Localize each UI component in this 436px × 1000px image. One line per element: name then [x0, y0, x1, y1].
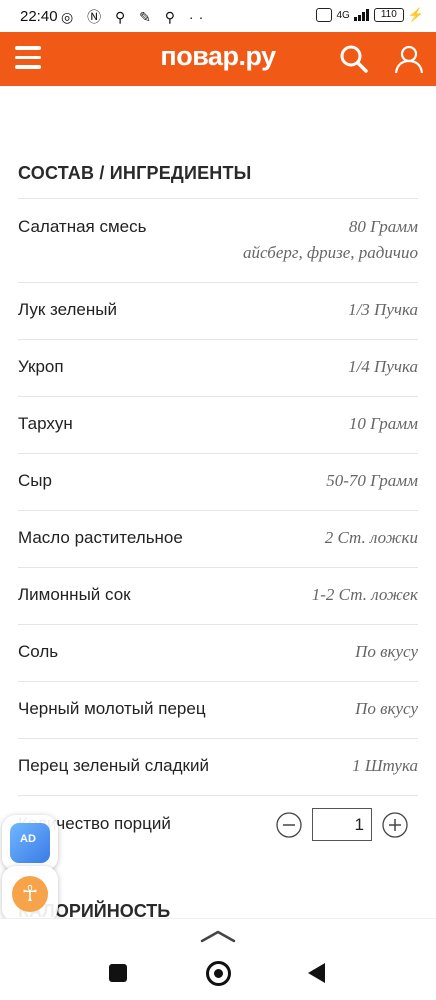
- ingredient-name: Черный молотый перец: [18, 699, 206, 718]
- ingredient-name: Перец зеленый сладкий: [18, 756, 209, 775]
- ingredient-amount: 1/4 Пучка: [348, 357, 418, 376]
- home-button[interactable]: [206, 961, 231, 986]
- divider: [18, 282, 418, 283]
- status-notification-icons: ◎ Ⓝ ⚲ ✎ ⚲ ··: [61, 9, 209, 25]
- ingredient-name: Укроп: [18, 357, 64, 376]
- accessibility-bubble[interactable]: ☥: [2, 866, 58, 922]
- ingredient-name: Тархун: [18, 414, 73, 433]
- ingredient-name: Салатная смесь: [18, 217, 147, 236]
- status-time: 22:40: [20, 8, 58, 25]
- sim-icon: [316, 8, 333, 22]
- divider: [18, 567, 418, 568]
- ingredient-name: Лимонный сок: [18, 585, 131, 604]
- site-logo[interactable]: повар.ру: [0, 41, 436, 72]
- accessibility-icon: ☥: [12, 876, 48, 912]
- portions-input[interactable]: 1: [312, 808, 372, 841]
- ingredient-amount: По вкусу: [355, 699, 418, 718]
- ad-blocker-bubble[interactable]: AD: [2, 815, 58, 871]
- ingredient-amount: По вкусу: [355, 642, 418, 661]
- chevron-up-icon[interactable]: [200, 929, 236, 943]
- divider: [18, 510, 418, 511]
- back-button[interactable]: [308, 963, 325, 983]
- increase-portions-button[interactable]: [382, 812, 408, 838]
- divider: [18, 453, 418, 454]
- ingredient-amount: 1-2 Ст. ложек: [311, 585, 418, 604]
- ingredient-amount: 1 Штука: [352, 756, 418, 775]
- status-right-group: 4G 110 ⚡: [316, 7, 424, 23]
- system-nav-bar: [0, 918, 436, 1000]
- ingredient-name: Лук зеленый: [18, 300, 117, 319]
- ingredient-amount: 50-70 Грамм: [326, 471, 418, 490]
- ingredient-note: айсберг, фризе, радичио: [242, 243, 418, 262]
- decrease-portions-button[interactable]: [276, 812, 302, 838]
- ingredient-name: Масло растительное: [18, 528, 183, 547]
- app-header: повар.ру: [0, 32, 436, 86]
- ingredient-amount: 10 Грамм: [348, 414, 418, 433]
- ingredient-name: Соль: [18, 642, 59, 661]
- ad-label: AD: [20, 833, 36, 845]
- divider: [18, 795, 418, 796]
- ingredient-name: Сыр: [18, 471, 52, 490]
- ingredient-amount: 2 Ст. ложки: [324, 528, 418, 547]
- ingredient-amount: 80 Грамм: [348, 217, 418, 236]
- network-type: 4G: [336, 9, 350, 21]
- divider: [18, 624, 418, 625]
- search-icon[interactable]: [339, 44, 369, 74]
- divider: [18, 396, 418, 397]
- status-bar: 22:40 ◎ Ⓝ ⚲ ✎ ⚲ ·· 4G 110 ⚡: [0, 0, 436, 32]
- divider: [18, 198, 418, 199]
- user-profile-icon[interactable]: [393, 43, 425, 75]
- ad-search-icon: AD: [10, 823, 50, 863]
- divider: [18, 738, 418, 739]
- ingredient-amount: 1/3 Пучка: [348, 300, 418, 319]
- battery-icon: 110: [373, 8, 404, 22]
- signal-icon: [353, 9, 369, 21]
- battery-level: 110: [380, 9, 397, 20]
- recent-apps-button[interactable]: [109, 964, 127, 982]
- divider: [18, 681, 418, 682]
- ingredients-title: СОСТАВ / ИНГРЕДИЕНТЫ: [18, 163, 252, 183]
- charging-icon: ⚡: [407, 7, 424, 22]
- divider: [18, 339, 418, 340]
